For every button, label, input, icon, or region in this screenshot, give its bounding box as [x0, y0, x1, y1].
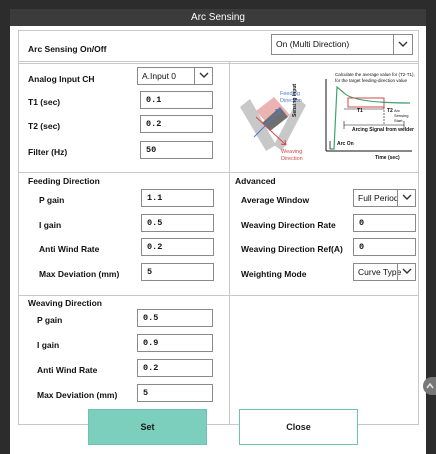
feeding-anti-wind-label: Anti Wind Rate [39, 244, 100, 254]
arc-sensing-select[interactable]: On (Multi Direction) [271, 34, 413, 55]
weaving-p-gain-label: P gain [37, 315, 63, 325]
weaving-anti-wind-label: Anti Wind Rate [37, 365, 98, 375]
chevron-down-icon [397, 190, 415, 206]
weaving-direction-ref-input[interactable]: 0 [353, 238, 416, 256]
arcing-signal-label: Arcing Signal from welder [352, 127, 414, 133]
weaving-i-gain-label: I gain [37, 340, 60, 350]
arc-on-label: Arc On [337, 141, 354, 147]
t2-marker: T2 [387, 108, 393, 114]
weaving-i-gain-input[interactable]: 0.9 [137, 334, 213, 352]
feeding-anti-wind-input[interactable]: 0.2 [141, 238, 214, 256]
empty-panel [229, 295, 419, 425]
weaving-max-dev-input[interactable]: 5 [137, 384, 213, 402]
chevron-up-icon [426, 382, 434, 389]
weaving-direction-label: Weaving Direction [281, 149, 303, 162]
feeding-i-gain-label: I gain [39, 220, 62, 230]
weaving-header: Weaving Direction [28, 298, 102, 308]
weaving-direction-ref-label: Weaving Direction Ref(A) [241, 244, 343, 254]
average-window-select-value: Full Period [358, 193, 399, 203]
close-button[interactable]: Close [239, 409, 358, 445]
filter-label: Filter (Hz) [28, 147, 68, 157]
analog-input-label: Analog Input CH [28, 74, 95, 84]
arc-sensing-select-value: On (Multi Direction) [276, 39, 350, 49]
feeding-max-dev-input[interactable]: 5 [141, 263, 214, 281]
feeding-i-gain-input[interactable]: 0.5 [141, 214, 214, 232]
analog-input-select[interactable]: A.Input 0 [137, 67, 213, 85]
t1-input[interactable]: 0.1 [140, 91, 213, 109]
t1-marker: T1 [357, 108, 363, 114]
feeding-p-gain-input[interactable]: 1.1 [141, 189, 214, 207]
weaving-p-gain-input[interactable]: 0.5 [137, 309, 213, 327]
dialog-title: Arc Sensing [10, 9, 426, 26]
feeding-header: Feeding Direction [28, 176, 100, 186]
set-button[interactable]: Set [88, 409, 207, 445]
feeding-max-dev-label: Max Deviation (mm) [39, 269, 120, 279]
scroll-handle[interactable] [423, 377, 436, 395]
weaving-max-dev-label: Max Deviation (mm) [37, 390, 118, 400]
arc-sensing-start-label: Arc Sensing Start [394, 108, 409, 123]
average-window-select[interactable]: Full Period [353, 189, 416, 207]
weighting-mode-label: Weighting Mode [241, 269, 307, 279]
chevron-down-icon [194, 68, 212, 84]
weighting-mode-select[interactable]: Curve Type [353, 263, 416, 281]
weaving-direction-rate-input[interactable]: 0 [353, 214, 416, 232]
analog-input-select-value: A.Input 0 [142, 71, 177, 81]
advanced-header: Advanced [235, 176, 276, 186]
time-axis-label: Time (sec) [375, 155, 400, 161]
t2-label: T2 (sec) [28, 121, 61, 131]
t1-label: T1 (sec) [28, 97, 61, 107]
arc-sensing-diagram: Feeding Direction Weaving Direction Sens… [234, 67, 416, 169]
weighting-mode-select-value: Curve Type [358, 267, 402, 277]
filter-input[interactable]: 50 [140, 141, 213, 159]
chevron-down-icon [393, 35, 412, 54]
weaving-direction-rate-label: Weaving Direction Rate [241, 220, 336, 230]
t2-input[interactable]: 0.2 [140, 115, 213, 133]
chevron-down-icon [397, 264, 415, 280]
average-window-label: Average Window [241, 195, 310, 205]
arc-sensing-label: Arc Sensing On/Off [28, 44, 107, 54]
sensing-input-label: Sensing Input [292, 83, 298, 117]
arc-sensing-dialog: Arc Sensing Arc Sensing On/Off On (Multi… [10, 9, 426, 454]
weaving-anti-wind-input[interactable]: 0.2 [137, 359, 213, 377]
feeding-p-gain-label: P gain [39, 195, 65, 205]
calc-note: Calculate the average value for (T2-T1),… [335, 72, 415, 83]
